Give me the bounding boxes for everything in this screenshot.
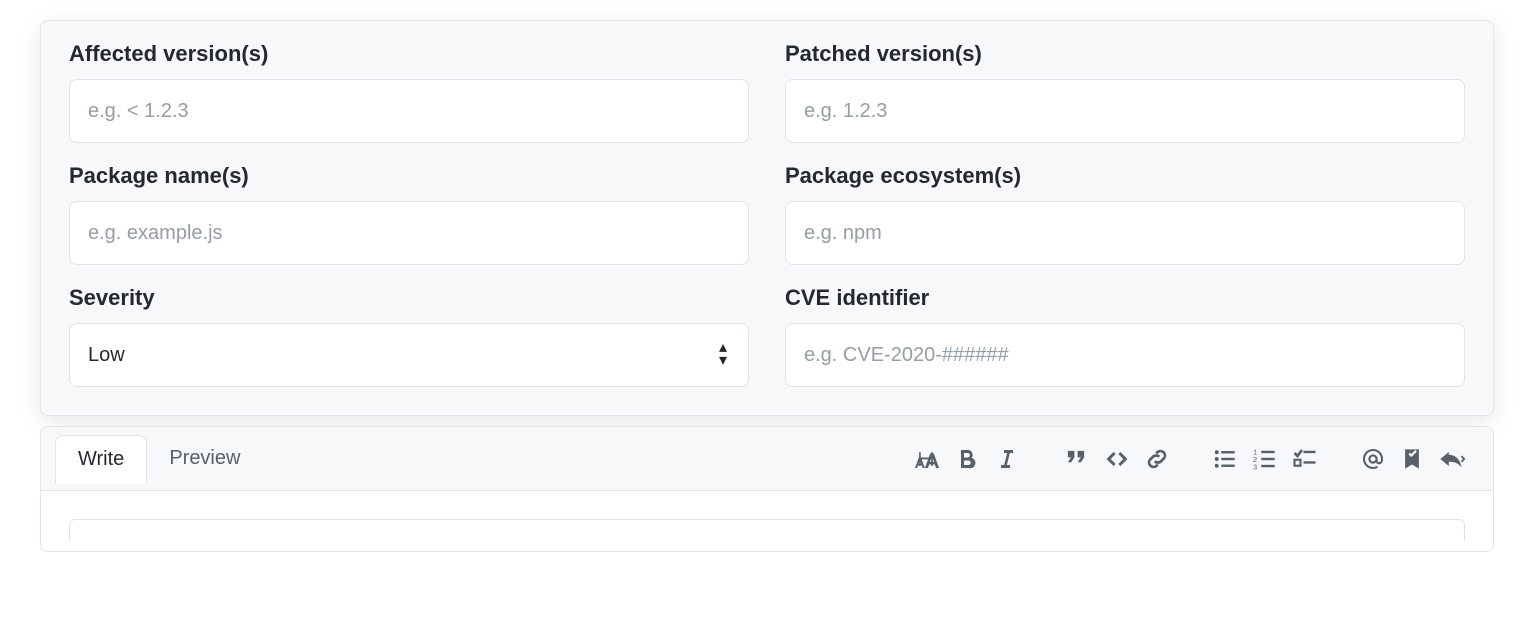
package-names-input[interactable]: [69, 201, 749, 265]
saved-reply-icon[interactable]: [1393, 448, 1431, 470]
tab-preview[interactable]: Preview: [147, 435, 262, 482]
affected-versions-input[interactable]: [69, 79, 749, 143]
package-ecosystems-label: Package ecosystem(s): [785, 163, 1465, 189]
patched-versions-input[interactable]: [785, 79, 1465, 143]
heading-icon[interactable]: AA: [905, 446, 947, 472]
comment-editor: Write Preview AA: [40, 426, 1494, 552]
cve-identifier-input[interactable]: [785, 323, 1465, 387]
mention-icon[interactable]: [1353, 447, 1393, 471]
md-toolbar: AA 123: [905, 446, 1493, 472]
task-list-icon[interactable]: [1285, 447, 1325, 471]
comment-tabs: Write Preview AA: [41, 427, 1493, 491]
package-ecosystems-input[interactable]: [785, 201, 1465, 265]
unordered-list-icon[interactable]: [1205, 447, 1245, 471]
svg-text:3: 3: [1253, 462, 1257, 471]
quote-icon[interactable]: [1055, 446, 1097, 472]
comment-body: [41, 491, 1493, 551]
package-names-label: Package name(s): [69, 163, 749, 189]
severity-label: Severity: [69, 285, 749, 311]
bold-icon[interactable]: [947, 447, 987, 471]
cve-identifier-label: CVE identifier: [785, 285, 1465, 311]
advisory-details-panel: Affected version(s) Patched version(s) P…: [40, 20, 1494, 416]
ordered-list-icon[interactable]: 123: [1245, 447, 1285, 471]
tab-write[interactable]: Write: [55, 435, 147, 484]
severity-select[interactable]: Low: [69, 323, 749, 387]
link-icon[interactable]: [1137, 447, 1177, 471]
patched-versions-label: Patched version(s): [785, 41, 1465, 67]
italic-icon[interactable]: [987, 447, 1027, 471]
svg-text:A: A: [924, 449, 939, 471]
comment-textarea[interactable]: [69, 519, 1465, 541]
reply-icon[interactable]: [1431, 447, 1475, 471]
affected-versions-label: Affected version(s): [69, 41, 749, 67]
code-icon[interactable]: [1097, 447, 1137, 471]
